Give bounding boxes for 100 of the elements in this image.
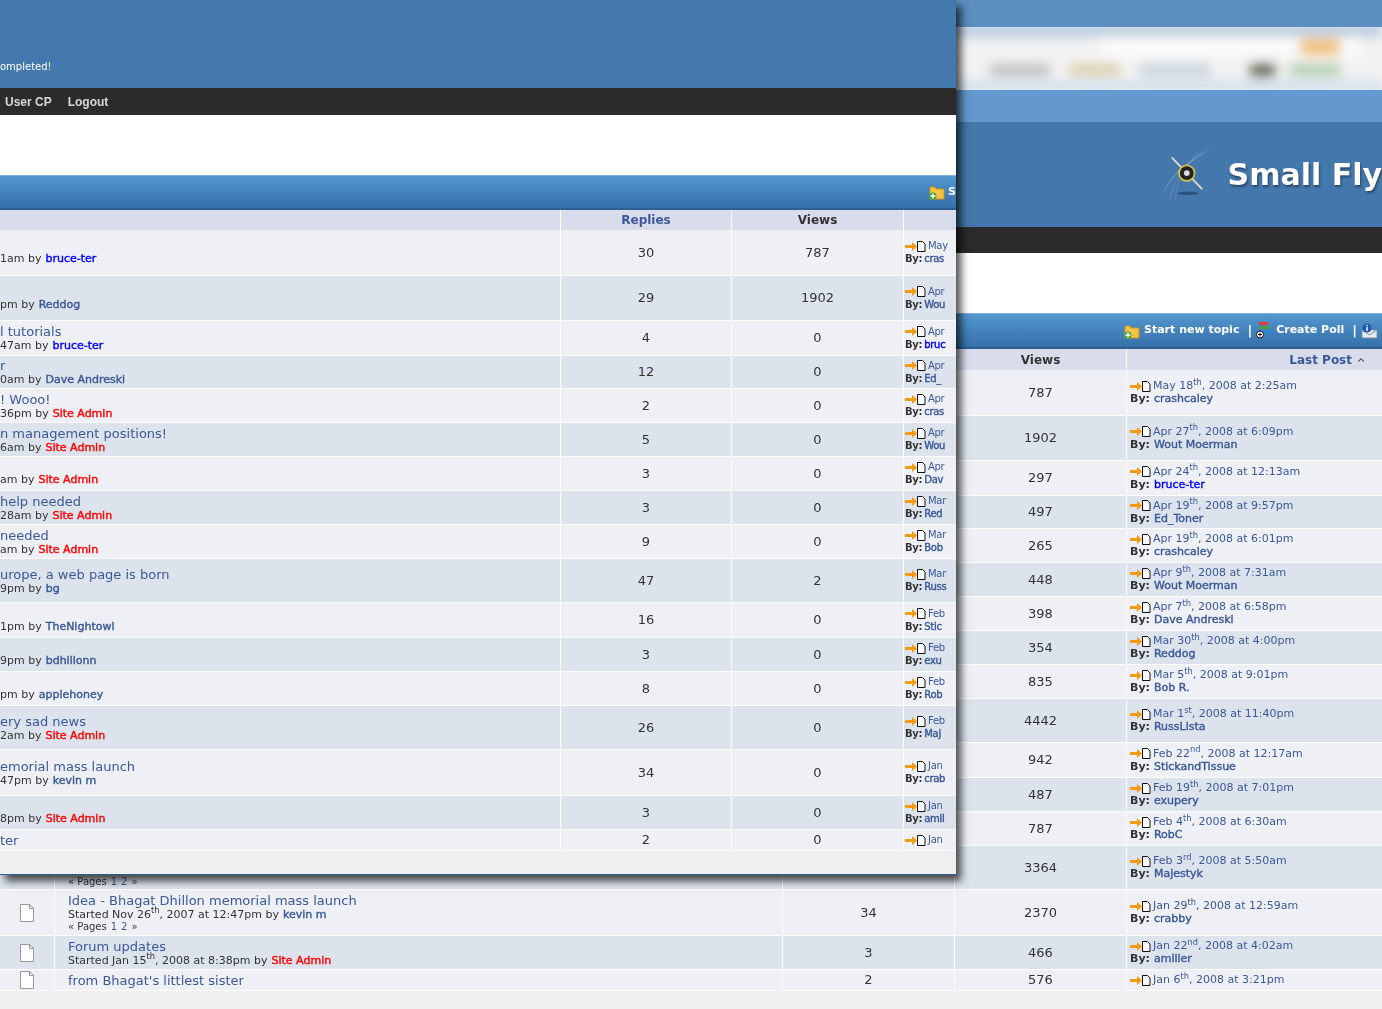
author-link[interactable]: Ed_Toner — [1153, 512, 1204, 525]
last-post-date[interactable]: Apr 27$^{th}$, 2008 at 6:09pm — [1153, 425, 1294, 438]
author-link[interactable]: bruce-ter — [1153, 478, 1205, 491]
info-envelope-icon[interactable] — [1361, 322, 1378, 339]
arrow-document-icon[interactable] — [905, 240, 926, 252]
last-post-date[interactable]: Feb — [928, 715, 945, 727]
page-link[interactable]: 1 — [110, 876, 118, 888]
nav-link[interactable]: Logout — [67, 92, 109, 111]
last-post-date[interactable]: Mar 30$^{th}$, 2008 at 4:00pm — [1153, 635, 1296, 647]
author-link[interactable]: bdhillonn — [45, 654, 97, 667]
author-link[interactable]: applehoney — [38, 688, 104, 701]
last-post-date[interactable]: Apr 9$^{th}$, 2008 at 7:31am — [1153, 567, 1287, 579]
topic-title[interactable]: ter — [0, 832, 560, 848]
arrow-document-icon[interactable] — [905, 760, 926, 772]
arrow-document-icon[interactable] — [1130, 816, 1151, 828]
arrow-document-icon[interactable] — [1130, 635, 1151, 647]
author-link[interactable]: Reddog — [38, 297, 81, 311]
author-link[interactable]: RobC — [1153, 829, 1183, 841]
author-link[interactable]: exu — [924, 655, 942, 667]
author-link[interactable]: Stic — [924, 620, 942, 633]
arrow-document-icon[interactable] — [905, 568, 926, 580]
author-link[interactable]: Reddog — [1153, 648, 1196, 660]
author-link[interactable]: amiller — [1153, 953, 1192, 965]
author-link[interactable]: bruce-ter — [52, 339, 104, 352]
arrow-document-icon[interactable] — [1130, 708, 1151, 720]
arrow-document-icon[interactable] — [905, 461, 926, 473]
last-post-date[interactable]: Feb 19$^{th}$, 2008 at 7:01pm — [1153, 782, 1294, 794]
arrow-document-icon[interactable] — [1130, 782, 1151, 794]
arrow-document-icon[interactable] — [1130, 380, 1151, 392]
last-post-date[interactable]: Feb 22$^{nd}$, 2008 at 12:17am — [1153, 747, 1303, 760]
author-link[interactable]: Wou — [924, 298, 946, 311]
author-link[interactable]: cras — [924, 406, 944, 418]
column-header[interactable]: Replies — [621, 211, 671, 229]
arrow-document-icon[interactable] — [1130, 533, 1151, 545]
last-post-date[interactable]: Mar — [928, 568, 946, 580]
author-link[interactable]: kevin m — [52, 773, 97, 787]
last-post-date[interactable]: Jan 6$^{th}$, 2008 at 3:21pm — [1153, 974, 1285, 986]
last-post-date[interactable]: Feb 4$^{th}$, 2008 at 6:30am — [1153, 816, 1287, 828]
last-post-date[interactable]: Apr 24$^{th}$, 2008 at 12:13am — [1153, 465, 1301, 478]
last-post-date[interactable]: Apr — [928, 325, 945, 338]
arrow-document-icon[interactable] — [905, 286, 926, 297]
arrow-document-icon[interactable] — [1130, 669, 1151, 681]
author-link[interactable]: crab — [924, 773, 946, 785]
author-link[interactable]: Dav — [924, 474, 944, 486]
poll-icon[interactable] — [1256, 322, 1273, 339]
last-post-date[interactable]: Jan 29$^{th}$, 2008 at 12:59am — [1153, 900, 1299, 912]
arrow-document-icon[interactable] — [1130, 974, 1151, 986]
last-post-date[interactable]: Jan — [928, 800, 943, 812]
last-post-date[interactable]: Mar 5$^{th}$, 2008 at 9:01pm — [1153, 669, 1289, 681]
nav-link[interactable]: User CP — [5, 92, 52, 111]
author-link[interactable]: Red — [924, 508, 943, 520]
toolbar-button[interactable]: Start new topic — [1124, 322, 1240, 339]
last-post-date[interactable]: Apr — [928, 427, 945, 439]
last-post-date[interactable]: Feb — [928, 676, 945, 688]
page-link[interactable]: 2 — [121, 920, 128, 933]
last-post-date[interactable]: Mar 1$^{st}$, 2008 at 11:40pm — [1153, 708, 1295, 720]
author-link[interactable]: Ed_ — [924, 372, 942, 385]
author-link[interactable]: RussLista — [1153, 721, 1206, 733]
author-link[interactable]: cras — [924, 253, 944, 265]
toolbar-button[interactable]: S — [948, 183, 956, 201]
author-link[interactable]: TheNightowl — [45, 619, 115, 633]
last-post-date[interactable]: May — [928, 240, 948, 252]
arrow-document-icon[interactable] — [1130, 567, 1151, 579]
last-post-date[interactable]: Apr 19$^{th}$, 2008 at 9:57pm — [1153, 499, 1294, 512]
topic-title[interactable]: from Bhagat's littlest sister — [68, 972, 782, 988]
arrow-document-icon[interactable] — [1130, 426, 1151, 437]
arrow-document-icon[interactable] — [1130, 748, 1151, 759]
topic-title[interactable]: ! Wooo! — [0, 391, 560, 407]
last-post-date[interactable]: May 18$^{th}$, 2008 at 2:25am — [1153, 380, 1297, 392]
author-link[interactable]: Majestyk — [1153, 868, 1203, 880]
topic-title[interactable]: Forum updates — [68, 938, 782, 954]
author-link[interactable]: amil — [924, 813, 945, 825]
arrow-document-icon[interactable] — [1130, 900, 1151, 912]
arrow-document-icon[interactable] — [1130, 940, 1151, 952]
author-link[interactable]: Site Admin — [52, 406, 113, 420]
author-link[interactable]: StickandTissue — [1153, 760, 1236, 773]
page-link[interactable]: 1 — [110, 920, 118, 933]
arrow-document-icon[interactable] — [905, 495, 926, 507]
arrow-document-icon[interactable] — [905, 427, 926, 439]
author-link[interactable]: bruc — [924, 338, 946, 351]
arrow-document-icon[interactable] — [905, 800, 926, 812]
arrow-document-icon[interactable] — [1130, 601, 1151, 613]
author-link[interactable]: Wout Moerman — [1153, 580, 1238, 592]
arrow-document-icon[interactable] — [1130, 500, 1151, 511]
toolbar-button[interactable]: Create Poll — [1256, 322, 1345, 339]
arrow-document-icon[interactable] — [1130, 855, 1151, 867]
author-link[interactable]: Site Admin — [38, 473, 99, 486]
topic-title[interactable]: r — [0, 358, 560, 373]
last-post-date[interactable]: Feb — [928, 642, 945, 654]
topic-title[interactable]: n management positions! — [0, 425, 560, 441]
author-link[interactable]: Wou — [924, 440, 946, 452]
topic-title[interactable]: Idea - Bhagat Dhillon memorial mass launch — [68, 892, 782, 908]
author-link[interactable]: Dave Andreski — [45, 373, 126, 386]
topic-title[interactable]: ery sad news — [0, 713, 560, 729]
arrow-document-icon[interactable] — [905, 676, 926, 688]
topic-title[interactable]: needed — [0, 527, 560, 543]
last-post-date[interactable]: Mar — [928, 495, 946, 507]
author-link[interactable]: Dave Andreski — [1153, 614, 1234, 626]
column-header[interactable]: Last Post — [1289, 350, 1352, 369]
folder-plus-icon[interactable] — [929, 184, 946, 200]
